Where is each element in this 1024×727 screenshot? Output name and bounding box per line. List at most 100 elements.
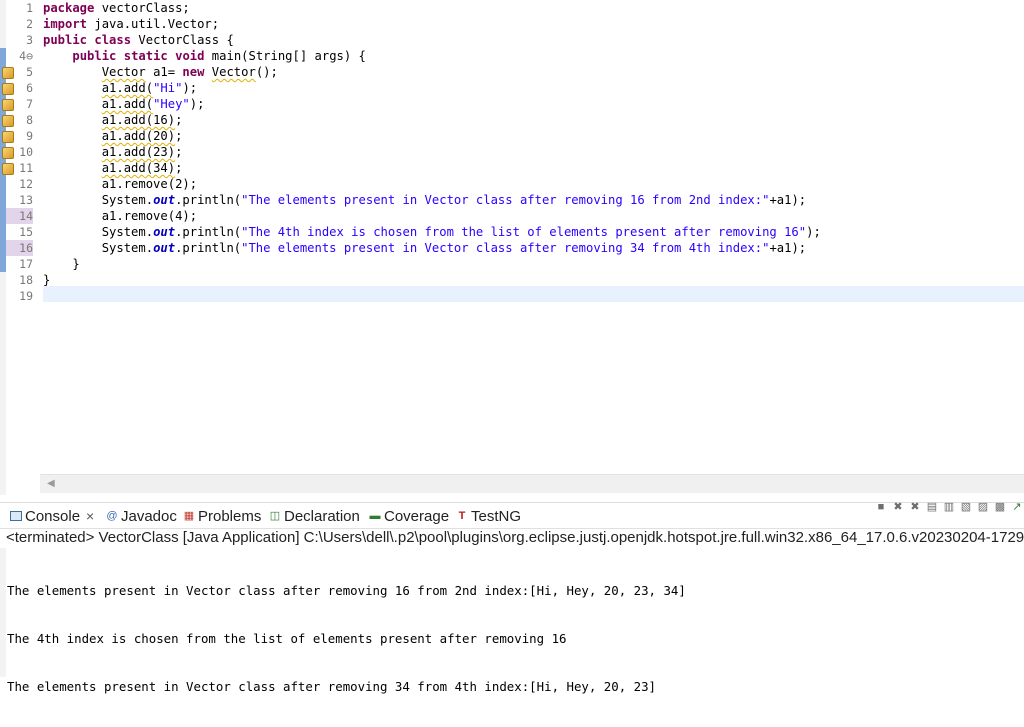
code-token: +a1); — [769, 193, 807, 207]
display-selected-console-icon[interactable]: ▩ — [993, 500, 1007, 514]
code-token: Vector — [211, 65, 256, 79]
keyword-token: static — [123, 49, 168, 63]
tab-testng[interactable]: T TestNG — [456, 505, 521, 527]
tab-problems-label: Problems — [198, 507, 262, 525]
code-token: } — [43, 257, 80, 271]
code-line-text: Vector a1= new Vector(); — [43, 64, 278, 80]
scroll-left-arrow-icon[interactable]: ◀ — [47, 478, 55, 489]
code-token: ; — [175, 129, 183, 143]
string-token: "The 4th index is chosen from the list o… — [241, 225, 807, 239]
code-editor[interactable]: package vectorClass; import java.util.Vec… — [0, 0, 1024, 495]
tab-problems[interactable]: ▦ Problems — [183, 505, 262, 527]
code-line[interactable]: System.out.println("The elements present… — [40, 192, 1024, 208]
open-console-icon[interactable]: ↗ — [1010, 500, 1024, 514]
code-line-text: a1.add(20); — [43, 128, 183, 144]
code-line[interactable]: } — [40, 272, 1024, 288]
console-panel[interactable]: <terminated> VectorClass [Java Applicati… — [0, 528, 1024, 694]
keyword-token: new — [182, 65, 205, 79]
warning-marker-icon[interactable] — [2, 83, 14, 95]
code-token: System. — [43, 241, 154, 255]
code-line[interactable]: a1.add(23); — [40, 144, 1024, 160]
field-token: out — [153, 193, 176, 207]
code-line[interactable]: a1.remove(4); — [40, 208, 1024, 224]
line-number: 3 — [26, 33, 33, 47]
code-token: (); — [255, 65, 278, 79]
code-token: System. — [43, 225, 154, 239]
code-line[interactable]: a1.add("Hey"); — [40, 96, 1024, 112]
line-number: 15 — [19, 225, 33, 239]
code-line[interactable]: System.out.println("The elements present… — [40, 240, 1024, 256]
code-line[interactable]: a1.remove(2); — [40, 176, 1024, 192]
code-token: a1.remove(2); — [43, 177, 198, 191]
code-line-text: a1.remove(2); — [43, 176, 197, 192]
field-token: out — [153, 241, 176, 255]
remove-launch-icon[interactable]: ✖ — [891, 500, 905, 514]
line-number: 2 — [26, 17, 33, 31]
warning-marker-icon[interactable] — [2, 67, 14, 79]
line-number: 16 — [6, 240, 33, 256]
line-number: 18 — [19, 273, 33, 287]
tab-coverage[interactable]: ▬ Coverage — [369, 505, 450, 527]
pin-console-icon[interactable]: ▨ — [976, 500, 990, 514]
tab-testng-label: TestNG — [471, 507, 522, 525]
close-icon[interactable]: × — [86, 508, 94, 524]
code-line[interactable]: Vector a1= new Vector(); — [40, 64, 1024, 80]
warning-marker-icon[interactable] — [2, 99, 14, 111]
warning-marker-icon[interactable] — [2, 163, 14, 175]
horizontal-scrollbar[interactable]: ◀ — [40, 474, 1024, 493]
code-line[interactable]: public class VectorClass { — [40, 32, 1024, 48]
console-launch-description: <terminated> VectorClass [Java Applicati… — [6, 529, 1024, 546]
console-left-margin — [0, 548, 6, 677]
code-token: ); — [806, 225, 821, 239]
string-token: "The elements present in Vector class af… — [241, 241, 770, 255]
problems-icon: ▦ — [183, 510, 195, 522]
warning-marker-icon[interactable] — [2, 147, 14, 159]
keyword-token: public — [43, 33, 88, 47]
tab-javadoc[interactable]: @ Javadoc — [106, 505, 176, 527]
code-line[interactable]: } — [40, 256, 1024, 272]
code-line[interactable]: a1.add(20); — [40, 128, 1024, 144]
word-wrap-icon[interactable]: ▧ — [959, 500, 973, 514]
console-output-line: The elements present in Vector class aft… — [7, 679, 657, 694]
code-token: a1.add(16) — [101, 113, 176, 127]
javadoc-icon: @ — [106, 510, 118, 522]
console-output[interactable]: The elements present in Vector class aft… — [7, 551, 686, 727]
warning-marker-icon[interactable] — [2, 131, 14, 143]
keyword-token: import — [43, 17, 88, 31]
keyword-token: package — [43, 1, 95, 15]
code-line-text: a1.add(23); — [43, 144, 183, 160]
code-token: a1.add(20) — [101, 129, 176, 143]
code-line[interactable]: public static void main(String[] args) { — [40, 48, 1024, 64]
scroll-lock-icon[interactable]: ▥ — [942, 500, 956, 514]
code-line[interactable]: System.out.println("The 4th index is cho… — [40, 224, 1024, 240]
code-line[interactable]: a1.add(34); — [40, 160, 1024, 176]
code-line-text: a1.add("Hi"); — [43, 80, 197, 96]
string-token: "Hi" — [153, 81, 183, 95]
terminate-icon[interactable]: ■ — [874, 500, 888, 514]
clear-console-icon[interactable]: ▤ — [925, 500, 939, 514]
code-line[interactable] — [40, 288, 1024, 304]
string-token: "Hey" — [153, 97, 190, 111]
code-token: .println( — [175, 225, 242, 239]
code-line[interactable]: package vectorClass; — [40, 0, 1024, 16]
code-line-text: public static void main(String[] args) { — [43, 48, 366, 64]
tab-declaration[interactable]: ◫ Declaration — [269, 505, 360, 527]
code-line-text: a1.remove(4); — [43, 208, 197, 224]
remove-all-terminated-icon[interactable]: ✖ — [908, 500, 922, 514]
code-line[interactable]: import java.util.Vector; — [40, 16, 1024, 32]
code-line[interactable]: a1.add("Hi"); — [40, 80, 1024, 96]
console-toolbar: ■ ✖ ✖ ▤ ▥ ▧ ▨ ▩ ↗ — [874, 500, 1024, 518]
tab-declaration-label: Declaration — [284, 507, 360, 525]
warning-marker-icon[interactable] — [2, 115, 14, 127]
code-line[interactable]: a1.add(16); — [40, 112, 1024, 128]
code-line-text: public class VectorClass { — [43, 32, 234, 48]
tab-console[interactable]: Console × — [10, 505, 94, 527]
